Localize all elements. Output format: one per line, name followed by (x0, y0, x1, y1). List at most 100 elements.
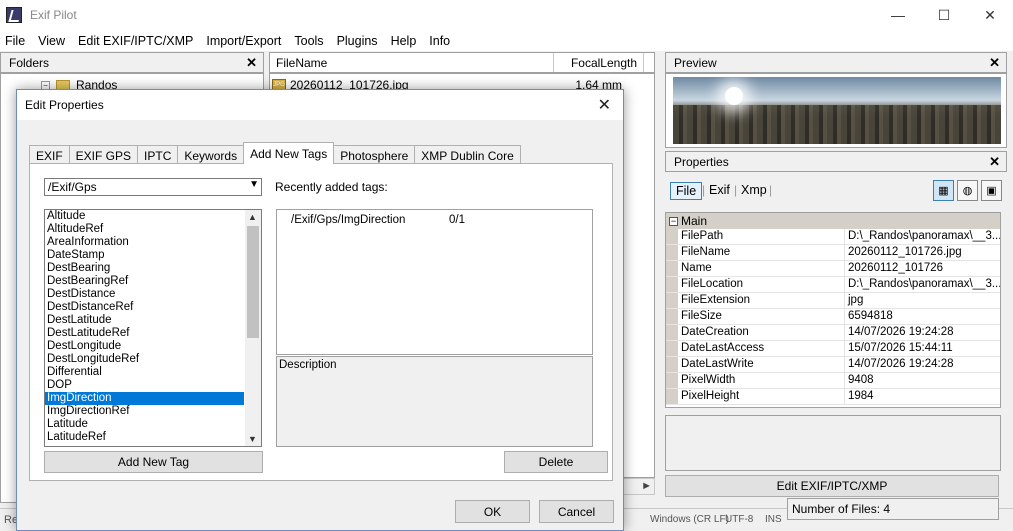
property-row[interactable]: FilePath D:\_Randos\panoramax\__3... (666, 229, 1000, 245)
menu-tools[interactable]: Tools (294, 34, 323, 48)
tag-path-select[interactable]: /Exif/Gps ▼ (44, 178, 262, 196)
property-value[interactable]: 6594818 (845, 309, 1000, 324)
status-insert-mode: INS (765, 514, 782, 525)
recent-tag-row[interactable]: /Exif/Gps/ImgDirection 0/1 (291, 214, 581, 226)
property-row[interactable]: FileExtension jpg (666, 293, 1000, 309)
collapse-icon[interactable]: − (669, 216, 678, 226)
available-tags-list[interactable]: Altitude AltitudeRef AreaInformation Dat… (44, 209, 262, 447)
preview-landscape (673, 105, 1001, 144)
property-row[interactable]: PixelHeight 1984 (666, 389, 1000, 405)
list-item[interactable]: DateStamp (45, 249, 244, 262)
tab-keywords[interactable]: Keywords (177, 145, 245, 164)
list-item[interactable]: DestLatitudeRef (45, 327, 244, 340)
property-row[interactable]: Name 20260112_101726 (666, 261, 1000, 277)
menu-edit-exif[interactable]: Edit EXIF/IPTC/XMP (78, 34, 193, 48)
property-value[interactable]: 15/07/2026 15:44:11 (845, 341, 1000, 356)
scroll-right-icon[interactable]: ► (641, 480, 652, 492)
dialog-title-bar: Edit Properties ✕ (17, 90, 623, 120)
grid-view-icon[interactable]: ▦ (933, 180, 954, 201)
menu-plugins[interactable]: Plugins (337, 34, 378, 48)
tab-xmp-dublin-core[interactable]: XMP Dublin Core (414, 145, 521, 164)
dialog-close-icon[interactable]: ✕ (598, 95, 611, 115)
property-row[interactable]: DateLastAccess 15/07/2026 15:44:11 (666, 341, 1000, 357)
maximize-button[interactable]: ☐ (921, 0, 967, 30)
property-value[interactable]: 20260112_101726 (845, 261, 1000, 276)
menu-bar: File View Edit EXIF/IPTC/XMP Import/Expo… (0, 30, 1013, 51)
property-value[interactable]: D:\_Randos\panoramax\__3... (845, 229, 1000, 244)
tab-exif-gps[interactable]: EXIF GPS (68, 145, 139, 164)
list-item[interactable]: AltitudeRef (45, 223, 244, 236)
delete-button[interactable]: Delete (504, 451, 608, 473)
menu-help[interactable]: Help (391, 34, 417, 48)
props-tab-exif[interactable]: Exif (704, 182, 735, 198)
column-focal-length[interactable]: FocalLength (554, 53, 644, 72)
list-item[interactable]: Latitude (45, 418, 244, 431)
chevron-down-icon[interactable]: ▼ (249, 179, 259, 190)
globe-icon[interactable]: ◍ (957, 180, 978, 201)
minimize-button[interactable]: — (875, 0, 921, 30)
property-value[interactable]: 14/07/2026 19:24:28 (845, 357, 1000, 372)
recent-tags-label: Recently added tags: (275, 180, 388, 194)
list-item[interactable]: Differential (45, 366, 244, 379)
folders-close-icon[interactable]: ✕ (246, 55, 257, 71)
tab-iptc[interactable]: IPTC (137, 145, 179, 164)
props-tab-xmp[interactable]: Xmp (736, 182, 772, 198)
menu-info[interactable]: Info (429, 34, 450, 48)
properties-close-icon[interactable]: ✕ (989, 154, 1000, 170)
grid-category-main[interactable]: − Main (666, 213, 1000, 229)
property-key: FilePath (678, 229, 845, 244)
recent-tags-list[interactable]: /Exif/Gps/ImgDirection 0/1 (276, 209, 593, 355)
props-tab-file[interactable]: File (670, 182, 703, 200)
list-item-selected[interactable]: ImgDirection (45, 392, 244, 405)
property-row[interactable]: DateLastWrite 14/07/2026 19:24:28 (666, 357, 1000, 373)
list-item[interactable]: DestDistance (45, 288, 244, 301)
property-row[interactable]: DateCreation 14/07/2026 19:24:28 (666, 325, 1000, 341)
menu-file[interactable]: File (5, 34, 25, 48)
list-item[interactable]: DestLongitude (45, 340, 244, 353)
scroll-up-icon[interactable]: ▲ (248, 212, 257, 222)
tab-exif[interactable]: EXIF (29, 145, 70, 164)
property-value[interactable]: jpg (845, 293, 1000, 308)
list-item[interactable]: DestDistanceRef (45, 301, 244, 314)
list-item[interactable]: LatitudeRef (45, 431, 244, 444)
list-item[interactable]: ImgDirectionRef (45, 405, 244, 418)
ok-button[interactable]: OK (455, 500, 530, 523)
property-value[interactable]: 20260112_101726.jpg (845, 245, 1000, 260)
export-icon[interactable]: ▣ (981, 180, 1002, 201)
list-item[interactable]: DOP (45, 379, 244, 392)
property-row[interactable]: FileSize 6594818 (666, 309, 1000, 325)
property-row[interactable]: FileLocation D:\_Randos\panoramax\__3... (666, 277, 1000, 293)
list-item[interactable]: DestLongitudeRef (45, 353, 244, 366)
add-new-tag-button[interactable]: Add New Tag (44, 451, 263, 473)
menu-import-export[interactable]: Import/Export (206, 34, 281, 48)
preview-close-icon[interactable]: ✕ (989, 55, 1000, 71)
tag-list-scrollbar[interactable]: ▲ ▼ (245, 210, 261, 446)
list-item[interactable]: DestBearing (45, 262, 244, 275)
property-value[interactable]: 14/07/2026 19:24:28 (845, 325, 1000, 340)
list-item[interactable]: DestBearingRef (45, 275, 244, 288)
scrollbar-thumb[interactable] (247, 226, 259, 338)
tab-photosphere[interactable]: Photosphere (333, 145, 416, 164)
properties-grid: − Main FilePath D:\_Randos\panoramax\__3.… (665, 212, 1001, 408)
recent-tag-value[interactable]: 0/1 (449, 214, 465, 226)
property-key: FileExtension (678, 293, 845, 308)
property-row[interactable]: FileName 20260112_101726.jpg (666, 245, 1000, 261)
scroll-down-icon[interactable]: ▼ (248, 434, 257, 444)
close-window-button[interactable]: ✕ (967, 0, 1013, 30)
list-item[interactable]: DestLatitude (45, 314, 244, 327)
edit-exif-button[interactable]: Edit EXIF/IPTC/XMP (665, 475, 999, 497)
menu-view[interactable]: View (38, 34, 65, 48)
cancel-button[interactable]: Cancel (539, 500, 614, 523)
tab-add-new-tags[interactable]: Add New Tags (243, 142, 335, 164)
property-value[interactable]: 9408 (845, 373, 1000, 388)
property-key: DateLastWrite (678, 357, 845, 372)
list-item[interactable]: Altitude (45, 210, 244, 223)
category-label: Main (681, 214, 708, 228)
list-item[interactable]: AreaInformation (45, 236, 244, 249)
column-filename[interactable]: FileName (270, 53, 554, 72)
properties-title: Properties (674, 154, 729, 169)
description-label: Description (279, 359, 337, 371)
property-value[interactable]: D:\_Randos\panoramax\__3... (845, 277, 1000, 292)
property-row[interactable]: PixelWidth 9408 (666, 373, 1000, 389)
property-value[interactable]: 1984 (845, 389, 1000, 404)
